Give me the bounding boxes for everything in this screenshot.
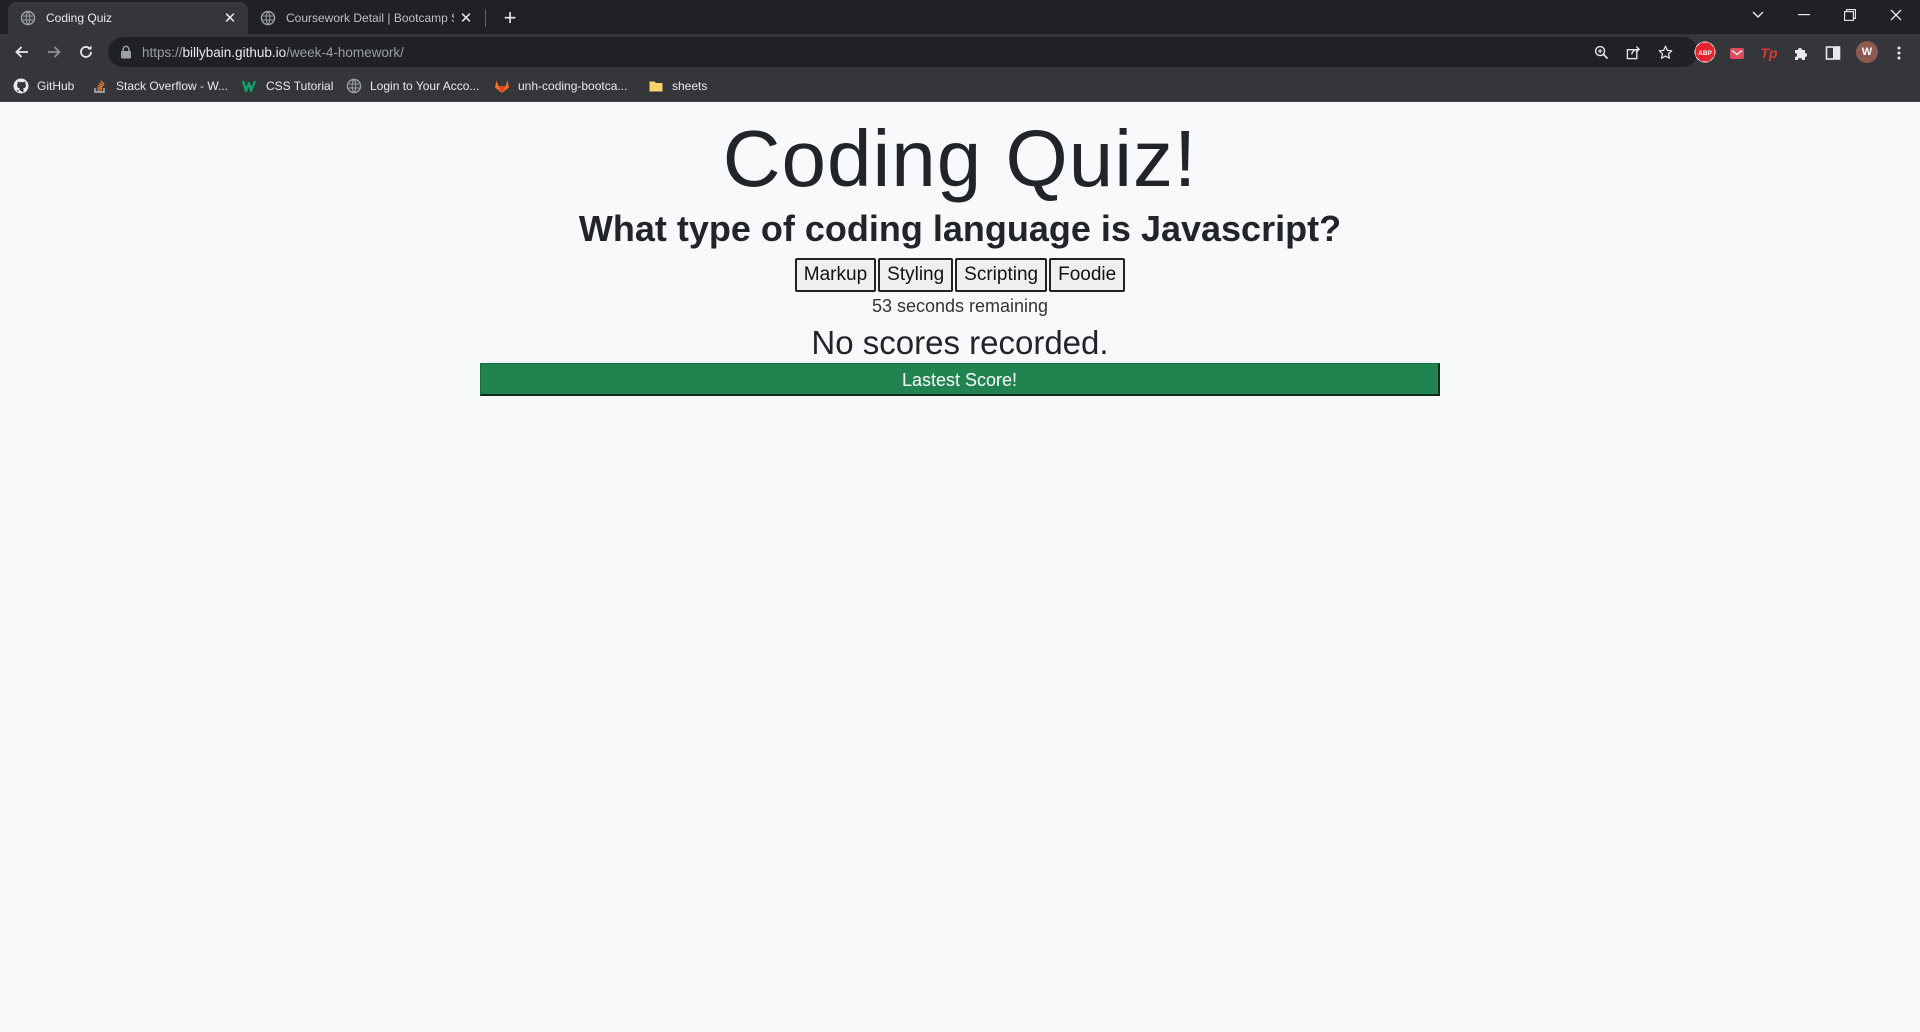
bookmark-star-icon[interactable] <box>1655 42 1675 62</box>
share-icon[interactable] <box>1623 42 1643 62</box>
page-title: Coding Quiz! <box>722 114 1198 203</box>
folder-icon <box>649 81 663 92</box>
mail-extension-icon[interactable] <box>1726 42 1748 64</box>
profile-avatar[interactable]: W <box>1856 41 1878 63</box>
kebab-menu-icon[interactable] <box>1888 42 1910 64</box>
new-tab-button[interactable]: + <box>496 4 524 32</box>
tab-strip: Coding Quiz ✕ Coursework Detail | Bootca… <box>0 0 1920 34</box>
w3schools-icon <box>242 80 257 93</box>
page-content: Coding Quiz! What type of coding languag… <box>0 103 1920 1032</box>
gitlab-icon <box>495 80 509 93</box>
extensions-puzzle-icon[interactable] <box>1790 42 1812 64</box>
tab-title: Coursework Detail | Bootcamp Sp <box>286 11 454 25</box>
adblock-extension-icon[interactable]: ABP <box>1694 41 1716 63</box>
bookmark-folder-sheets[interactable]: sheets <box>648 76 707 96</box>
tab-search-chevron-icon[interactable] <box>1736 0 1780 30</box>
bookmark-stack-overflow[interactable]: Stack Overflow - W... <box>92 76 228 96</box>
bookmark-label: Stack Overflow - W... <box>116 79 229 93</box>
url-host: billybain.github.io <box>182 44 287 60</box>
url-path: /week-4-homework/ <box>286 44 404 60</box>
back-button[interactable] <box>8 38 36 66</box>
bookmark-css-tutorial[interactable]: CSS Tutorial <box>242 76 333 96</box>
minimize-button[interactable] <box>1782 0 1826 30</box>
zoom-icon[interactable] <box>1591 42 1611 62</box>
answer-choices: Markup Styling Scripting Foodie <box>0 258 1920 292</box>
globe-icon <box>346 78 362 94</box>
url-scheme: https:// <box>142 44 183 60</box>
answer-button-foodie[interactable]: Foodie <box>1049 258 1126 292</box>
reload-button[interactable] <box>72 38 100 66</box>
quiz-question: What type of coding language is Javascri… <box>578 208 1342 249</box>
latest-score-button[interactable]: Lastest Score! <box>480 363 1440 396</box>
scores-message: No scores recorded. <box>811 324 1109 361</box>
close-window-button[interactable] <box>1874 0 1918 30</box>
close-tab-icon[interactable]: ✕ <box>454 9 478 27</box>
url-text: https://billybain.github.io/week-4-homew… <box>142 45 404 60</box>
tab-separator <box>485 9 486 27</box>
bookmark-label: sheets <box>672 79 708 93</box>
close-tab-icon[interactable]: ✕ <box>218 9 242 27</box>
globe-icon <box>260 10 276 26</box>
bookmark-label: GitHub <box>37 79 75 93</box>
answer-button-styling[interactable]: Styling <box>878 258 954 292</box>
bookmark-github[interactable]: GitHub <box>13 76 74 96</box>
answer-button-markup[interactable]: Markup <box>794 258 877 292</box>
tab-coursework-detail[interactable]: Coursework Detail | Bootcamp Sp ✕ <box>248 2 484 34</box>
stackoverflow-icon <box>94 80 105 93</box>
tp-extension-icon[interactable]: Tp <box>1758 42 1780 64</box>
answer-button-scripting[interactable]: Scripting <box>955 258 1048 292</box>
timer-text: 53 seconds remaining <box>871 296 1049 316</box>
tab-coding-quiz[interactable]: Coding Quiz ✕ <box>8 2 248 34</box>
bookmark-label: Login to Your Acco... <box>370 79 480 93</box>
bookmark-label: unh-coding-bootca... <box>518 79 628 93</box>
bookmark-label: CSS Tutorial <box>266 79 334 93</box>
forward-button[interactable] <box>40 38 68 66</box>
lock-icon <box>121 45 131 59</box>
side-panel-icon[interactable] <box>1822 42 1844 64</box>
restore-button[interactable] <box>1828 0 1872 30</box>
bookmark-unh-coding-bootcamp[interactable]: unh-coding-bootca... <box>494 76 627 96</box>
tab-title: Coding Quiz <box>46 11 113 25</box>
svg-text:ABP: ABP <box>1698 50 1712 57</box>
bookmark-login[interactable]: Login to Your Acco... <box>346 76 479 96</box>
globe-icon <box>20 10 36 26</box>
address-bar[interactable]: https://billybain.github.io/week-4-homew… <box>108 37 1698 67</box>
github-icon <box>13 78 29 94</box>
bookmarks-bar: GitHub Stack Overflow - W... CSS Tutoria… <box>0 70 1920 102</box>
browser-toolbar: https://billybain.github.io/week-4-homew… <box>0 34 1920 70</box>
